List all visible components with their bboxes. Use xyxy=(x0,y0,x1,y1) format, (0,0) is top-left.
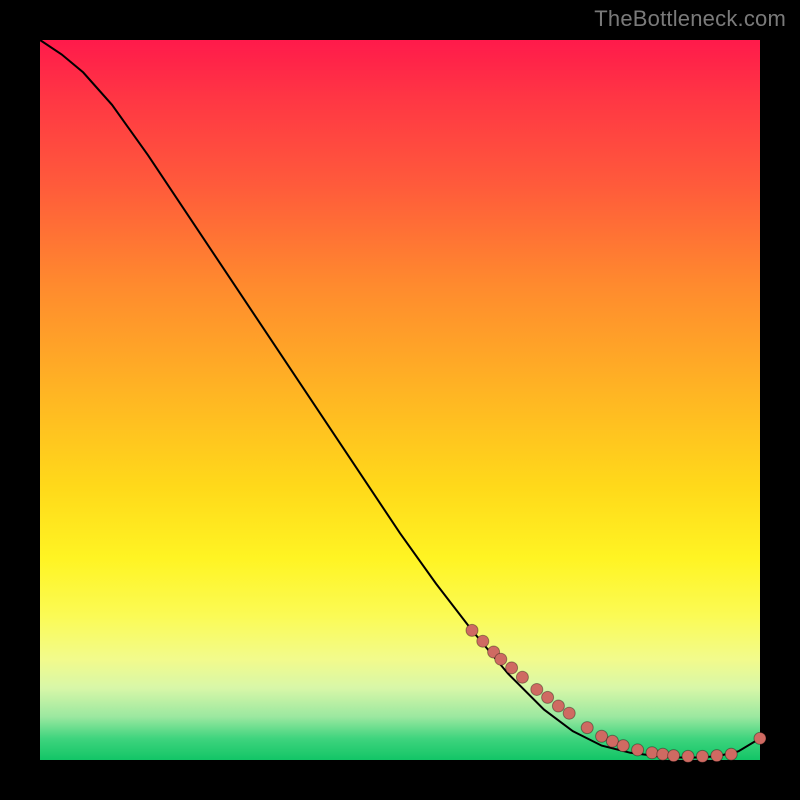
curve-marker xyxy=(506,662,518,674)
curve-marker xyxy=(657,748,669,760)
curve-marker xyxy=(477,635,489,647)
curve-marker xyxy=(696,750,708,762)
curve-marker xyxy=(516,671,528,683)
curve-marker xyxy=(531,683,543,695)
curve-marker xyxy=(542,691,554,703)
curve-marker xyxy=(668,750,680,762)
watermark-text: TheBottleneck.com xyxy=(594,6,786,32)
curve-marker xyxy=(682,750,694,762)
curve-marker xyxy=(711,750,723,762)
curve-marker xyxy=(563,707,575,719)
curve-marker xyxy=(466,624,478,636)
curve-marker xyxy=(632,744,644,756)
curve-marker xyxy=(596,730,608,742)
curve-marker xyxy=(725,748,737,760)
curve-marker xyxy=(581,722,593,734)
curve-marker xyxy=(646,747,658,759)
curve-marker xyxy=(606,735,618,747)
curve-marker xyxy=(495,653,507,665)
bottleneck-curve xyxy=(40,40,760,758)
curve-marker xyxy=(617,740,629,752)
curve-svg xyxy=(40,40,760,760)
plot-area xyxy=(40,40,760,760)
chart-frame: TheBottleneck.com xyxy=(0,0,800,800)
curve-markers xyxy=(466,624,766,762)
curve-marker xyxy=(552,700,564,712)
curve-marker xyxy=(754,732,766,744)
